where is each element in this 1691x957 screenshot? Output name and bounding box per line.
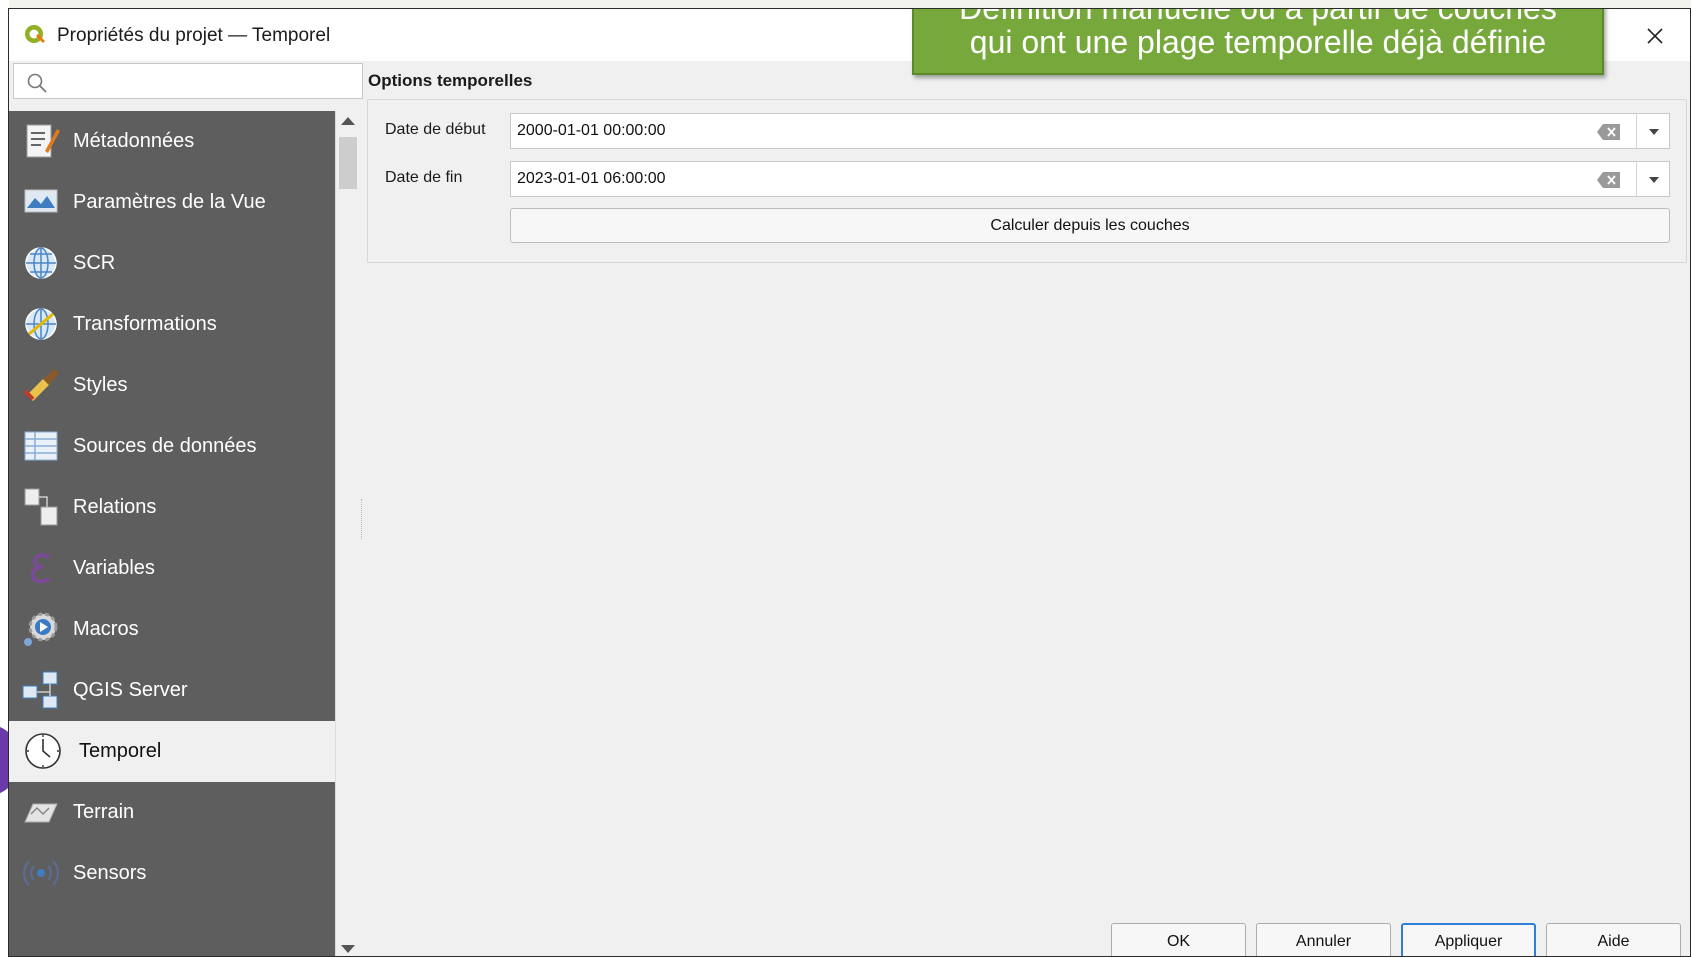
sidebar-item-label: SCR (73, 252, 116, 274)
splitter-handle[interactable] (361, 499, 365, 539)
paintbrush-icon (23, 369, 59, 401)
server-icon (22, 671, 58, 709)
sidebar-item-scr[interactable]: SCR (9, 233, 335, 294)
sidebar-item-label: Sensors (73, 862, 147, 884)
sidebar-item-label: Temporel (79, 740, 162, 762)
sensor-icon (23, 860, 59, 886)
end-date-label: Date de fin (385, 169, 463, 186)
macro-gear-icon (24, 612, 58, 646)
project-properties-dialog: Propriétés du projet — Temporel Définiti… (8, 8, 1691, 957)
sidebar-item-parametres-vue[interactable]: Paramètres de la Vue (9, 172, 335, 233)
start-date-value[interactable]: 2000-01-01 00:00:00 (517, 122, 666, 140)
calculate-from-layers-button[interactable]: Calculer depuis les couches (510, 208, 1670, 243)
scroll-down-arrow-icon[interactable] (341, 945, 355, 953)
qgis-logo-icon (25, 25, 45, 43)
sidebar-item-terrain[interactable]: Terrain (9, 782, 335, 843)
globe-icon (25, 247, 57, 279)
sidebar-item-variables[interactable]: Variables (9, 538, 335, 599)
section-title: Options temporelles (368, 71, 533, 90)
ok-button[interactable]: OK (1111, 923, 1246, 956)
sidebar-item-label: Transformations (73, 313, 217, 335)
annotation-callout: Définition manuelle ou à partir de couch… (912, 9, 1604, 75)
end-date-value[interactable]: 2023-01-01 06:00:00 (517, 170, 666, 188)
sidebar-item-qgis-server[interactable]: QGIS Server (9, 660, 335, 721)
search-input[interactable] (54, 68, 354, 94)
scroll-thumb[interactable] (339, 137, 357, 189)
metadata-icon (26, 124, 60, 158)
sidebar-item-label: Variables (73, 557, 155, 579)
sidebar-item-label: Styles (73, 374, 128, 396)
sidebar-item-label: Relations (73, 496, 157, 518)
sidebar-item-label: QGIS Server (73, 679, 188, 701)
search-icon (27, 73, 47, 93)
sidebar-item-label: Terrain (73, 801, 135, 823)
clock-icon (25, 733, 61, 769)
cancel-button[interactable]: Annuler (1256, 923, 1391, 956)
sidebar-item-label: Sources de données (73, 435, 257, 457)
clear-icon[interactable] (1597, 123, 1621, 141)
apply-button[interactable]: Appliquer (1401, 923, 1536, 956)
close-icon (1647, 28, 1663, 44)
close-button[interactable] (1638, 19, 1672, 53)
sidebar-scrollbar[interactable] (335, 111, 359, 956)
help-button[interactable]: Aide (1546, 923, 1681, 956)
epsilon-icon (30, 553, 51, 584)
globe-transform-icon (25, 308, 57, 340)
sidebar-item-styles[interactable]: Styles (9, 355, 335, 416)
sidebar-item-transformations[interactable]: Transformations (9, 294, 335, 355)
scroll-up-arrow-icon[interactable] (341, 117, 355, 125)
start-date-field[interactable]: 2000-01-01 00:00:00 (510, 113, 1670, 149)
sidebar-item-relations[interactable]: Relations (9, 477, 335, 538)
sidebar-item-metadonnees[interactable]: Métadonnées (9, 111, 335, 172)
relations-icon (24, 488, 58, 526)
end-date-field[interactable]: 2023-01-01 06:00:00 (510, 161, 1670, 197)
table-icon (24, 431, 58, 461)
start-date-label: Date de début (385, 121, 486, 138)
window-title: Propriétés du projet — Temporel (57, 25, 331, 46)
sidebar: Métadonnées Paramètres de la Vue SCR Tra… (9, 111, 335, 956)
sidebar-item-temporel[interactable]: Temporel (9, 721, 335, 782)
sidebar-item-label: Macros (73, 618, 139, 640)
sidebar-item-label: Paramètres de la Vue (73, 191, 266, 213)
view-settings-icon (24, 189, 58, 213)
sidebar-item-sensors[interactable]: Sensors (9, 843, 335, 904)
terrain-icon (24, 803, 58, 823)
sidebar-item-macros[interactable]: Macros (9, 599, 335, 660)
start-date-dropdown-button[interactable] (1636, 114, 1670, 148)
search-box[interactable] (13, 63, 363, 99)
sidebar-item-sources-donnees[interactable]: Sources de données (9, 416, 335, 477)
callout-text-line2: qui ont une plage temporelle déjà défini… (969, 24, 1547, 60)
end-date-dropdown-button[interactable] (1636, 162, 1670, 196)
clear-icon[interactable] (1597, 171, 1621, 189)
sidebar-item-label: Métadonnées (73, 130, 195, 152)
